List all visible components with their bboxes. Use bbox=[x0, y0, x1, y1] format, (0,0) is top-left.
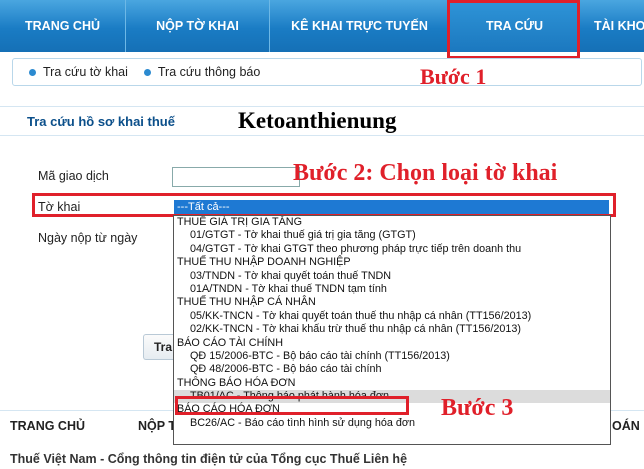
dropdown-option[interactable]: 02/KK-TNCN - Tờ khai khấu trừ thuế thu n… bbox=[174, 323, 610, 336]
dropdown-group-label: THUẾ THU NHẬP CÁ NHÂN bbox=[177, 296, 316, 309]
section-title: Tra cứu hồ sơ khai thuế bbox=[27, 114, 175, 129]
submit-date-label: Ngày nộp từ ngày bbox=[38, 231, 138, 245]
dropdown-option[interactable]: 05/KK-TNCN - Tờ khai quyết toán thuế thu… bbox=[174, 310, 610, 323]
subnav-item-label: Tra cứu tờ khai bbox=[43, 65, 128, 79]
step1-highlight-box bbox=[447, 0, 580, 59]
dropdown-option[interactable]: QĐ 48/2006-BTC - Bộ báo cáo tài chính bbox=[174, 363, 610, 376]
step3-annotation: Bước 3 bbox=[441, 395, 514, 421]
dropdown-option[interactable]: 01/GTGT - Tờ khai thuế giá trị gia tăng … bbox=[174, 229, 610, 242]
subnav-item-tra-cuu-thong-bao[interactable]: Tra cứu thông báo bbox=[143, 65, 261, 79]
bullet-icon bbox=[29, 68, 36, 76]
bullet-icon bbox=[143, 68, 151, 76]
step2-highlight-box bbox=[32, 193, 616, 217]
dropdown-group-label: BÁO CÁO TÀI CHÍNH bbox=[177, 336, 283, 349]
watermark-text: Ketoanthienung bbox=[238, 108, 397, 133]
dropdown-group-label: THUẾ THU NHẬP DOANH NGHIỆP bbox=[177, 256, 351, 269]
footer-copyright: Thuế Việt Nam - Cổng thông tin điện tử c… bbox=[10, 452, 408, 466]
dropdown-option[interactable]: 04/GTGT - Tờ khai GTGT theo phương pháp … bbox=[174, 243, 610, 256]
dropdown-group-label: THUẾ GIÁ TRỊ GIA TĂNG bbox=[177, 216, 302, 228]
transaction-code-label: Mã giao dịch bbox=[38, 169, 109, 183]
tab-trang-chu[interactable]: TRANG CHỦ bbox=[0, 0, 126, 52]
footer-nav-nop-to-khai[interactable]: NỘP T bbox=[138, 419, 176, 433]
step2-annotation: Bước 2: Chọn loại tờ khai bbox=[293, 160, 558, 186]
tab-tai-khoan[interactable]: TÀI KHO bbox=[580, 0, 644, 52]
sub-nav: Tra cứu tờ khai Tra cứu thông báo bbox=[12, 58, 642, 86]
step1-annotation: Bước 1 bbox=[420, 64, 487, 89]
footer-nav-trang-chu[interactable]: TRANG CHỦ bbox=[10, 419, 85, 433]
dropdown-option[interactable]: BC26/AC - Báo cáo tình hình sử dụng hóa … bbox=[174, 417, 610, 430]
dropdown-option[interactable]: QĐ 15/2006-BTC - Bộ báo cáo tài chính (T… bbox=[174, 350, 610, 363]
step3-highlight-box bbox=[175, 396, 409, 415]
subnav-item-tra-cuu-to-khai[interactable]: Tra cứu tờ khai bbox=[29, 65, 128, 79]
dropdown-option[interactable]: 01A/TNDN - Tờ khai thuế TNDN tạm tính bbox=[174, 283, 610, 296]
subnav-item-label: Tra cứu thông báo bbox=[157, 65, 261, 79]
tab-nop-to-khai[interactable]: NỘP TỜ KHAI bbox=[126, 0, 270, 52]
transaction-code-input[interactable] bbox=[172, 167, 300, 187]
tab-ke-khai-truc-tuyen[interactable]: KÊ KHAI TRỰC TUYẾN bbox=[270, 0, 450, 52]
dropdown-option[interactable]: 03/TNDN - Tờ khai quyết toán thuế TNDN bbox=[174, 270, 610, 283]
dropdown-group-label: THÔNG BÁO HÓA ĐƠN bbox=[177, 376, 296, 389]
search-button[interactable]: Tra bbox=[143, 334, 173, 360]
footer-nav-tai-khoan[interactable]: OÁN bbox=[612, 419, 640, 433]
